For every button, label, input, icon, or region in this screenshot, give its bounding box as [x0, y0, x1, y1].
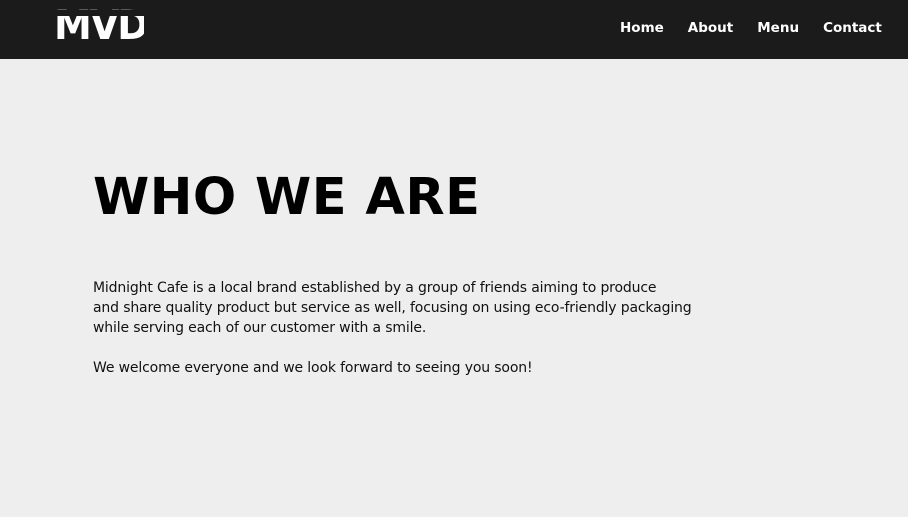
about-paragraph-line: Midnight Cafe is a local brand establish…	[93, 280, 657, 296]
about-paragraph-line: and share quality product but service as…	[93, 300, 692, 316]
top-navbar: MVD Home About Menu Contact	[0, 0, 908, 59]
welcome-message: We welcome everyone and we look forward …	[93, 360, 533, 376]
brand-logo[interactable]: MVD	[54, 7, 144, 43]
about-paragraph-line: while serving each of our customer with …	[93, 320, 427, 336]
main-nav: Home About Menu Contact	[620, 20, 882, 36]
nav-link-about[interactable]: About	[688, 20, 733, 36]
about-section: WHO WE ARE Midnight Cafe is a local bran…	[93, 168, 733, 378]
nav-link-home[interactable]: Home	[620, 20, 664, 36]
about-paragraph: Midnight Cafe is a local brand establish…	[93, 278, 733, 338]
logo-stripe-decoration	[54, 10, 144, 16]
nav-link-contact[interactable]: Contact	[823, 20, 882, 36]
page-title: WHO WE ARE	[93, 168, 481, 227]
nav-link-menu[interactable]: Menu	[757, 20, 799, 36]
